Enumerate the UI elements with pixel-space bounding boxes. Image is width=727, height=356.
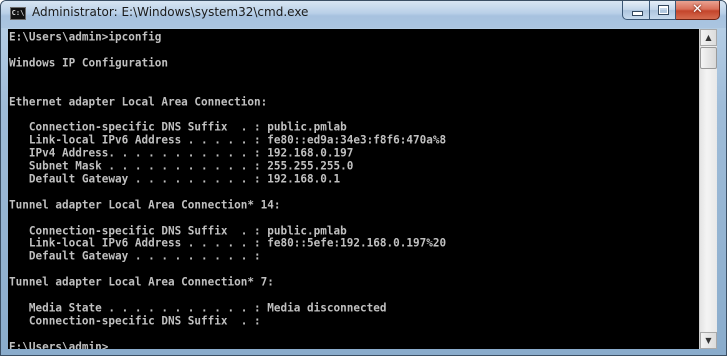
cmd-window: C:\ Administrator: E:\Windows\system32\c…	[0, 0, 727, 356]
console-line: Ethernet adapter Local Area Connection:	[9, 94, 268, 109]
caption-buttons: ✕	[622, 1, 720, 21]
minimize-button[interactable]	[622, 1, 650, 20]
console-line: Tunnel adapter Local Area Connection* 14…	[9, 197, 281, 212]
arrow-up-icon: ▲	[705, 33, 712, 42]
close-button[interactable]: ✕	[676, 1, 720, 20]
console-line: IPv4 Address. . . . . . . . . . . : 192.…	[9, 146, 354, 160]
console-line: Connection-specific DNS Suffix . :	[9, 313, 261, 328]
vertical-scrollbar[interactable]: ▲ ▼	[699, 29, 717, 349]
close-icon: ✕	[692, 2, 703, 17]
minimize-icon	[632, 11, 643, 16]
scrollbar-thumb[interactable]	[700, 47, 717, 69]
console-line: Default Gateway . . . . . . . . . : 192.…	[9, 171, 341, 186]
arrow-down-icon: ▼	[705, 336, 712, 345]
cmd-app-icon[interactable]: C:\	[10, 7, 26, 20]
scroll-down-button[interactable]: ▼	[700, 332, 717, 349]
console-line: E:\Users\admin>ipconfig	[9, 29, 162, 44]
console-line: Tunnel adapter Local Area Connection* 7:	[9, 275, 274, 289]
console-line: Default Gateway . . . . . . . . . :	[9, 249, 261, 264]
console-line: Subnet Mask . . . . . . . . . . . : 255.…	[9, 158, 354, 173]
title-bar[interactable]: C:\ Administrator: E:\Windows\system32\c…	[1, 1, 726, 28]
console-line: Windows IP Configuration	[9, 55, 168, 70]
console-output[interactable]: E:\Users\admin>ipconfig Windows IP Config…	[8, 29, 699, 349]
console-line: Media State . . . . . . . . . . . : Medi…	[9, 300, 387, 315]
scroll-up-button[interactable]: ▲	[700, 29, 717, 46]
maximize-button[interactable]	[650, 1, 676, 20]
window-title: Administrator: E:\Windows\system32\cmd.e…	[32, 5, 309, 19]
maximize-icon	[658, 5, 669, 15]
console-line: E:\Users\admin>	[9, 339, 109, 349]
